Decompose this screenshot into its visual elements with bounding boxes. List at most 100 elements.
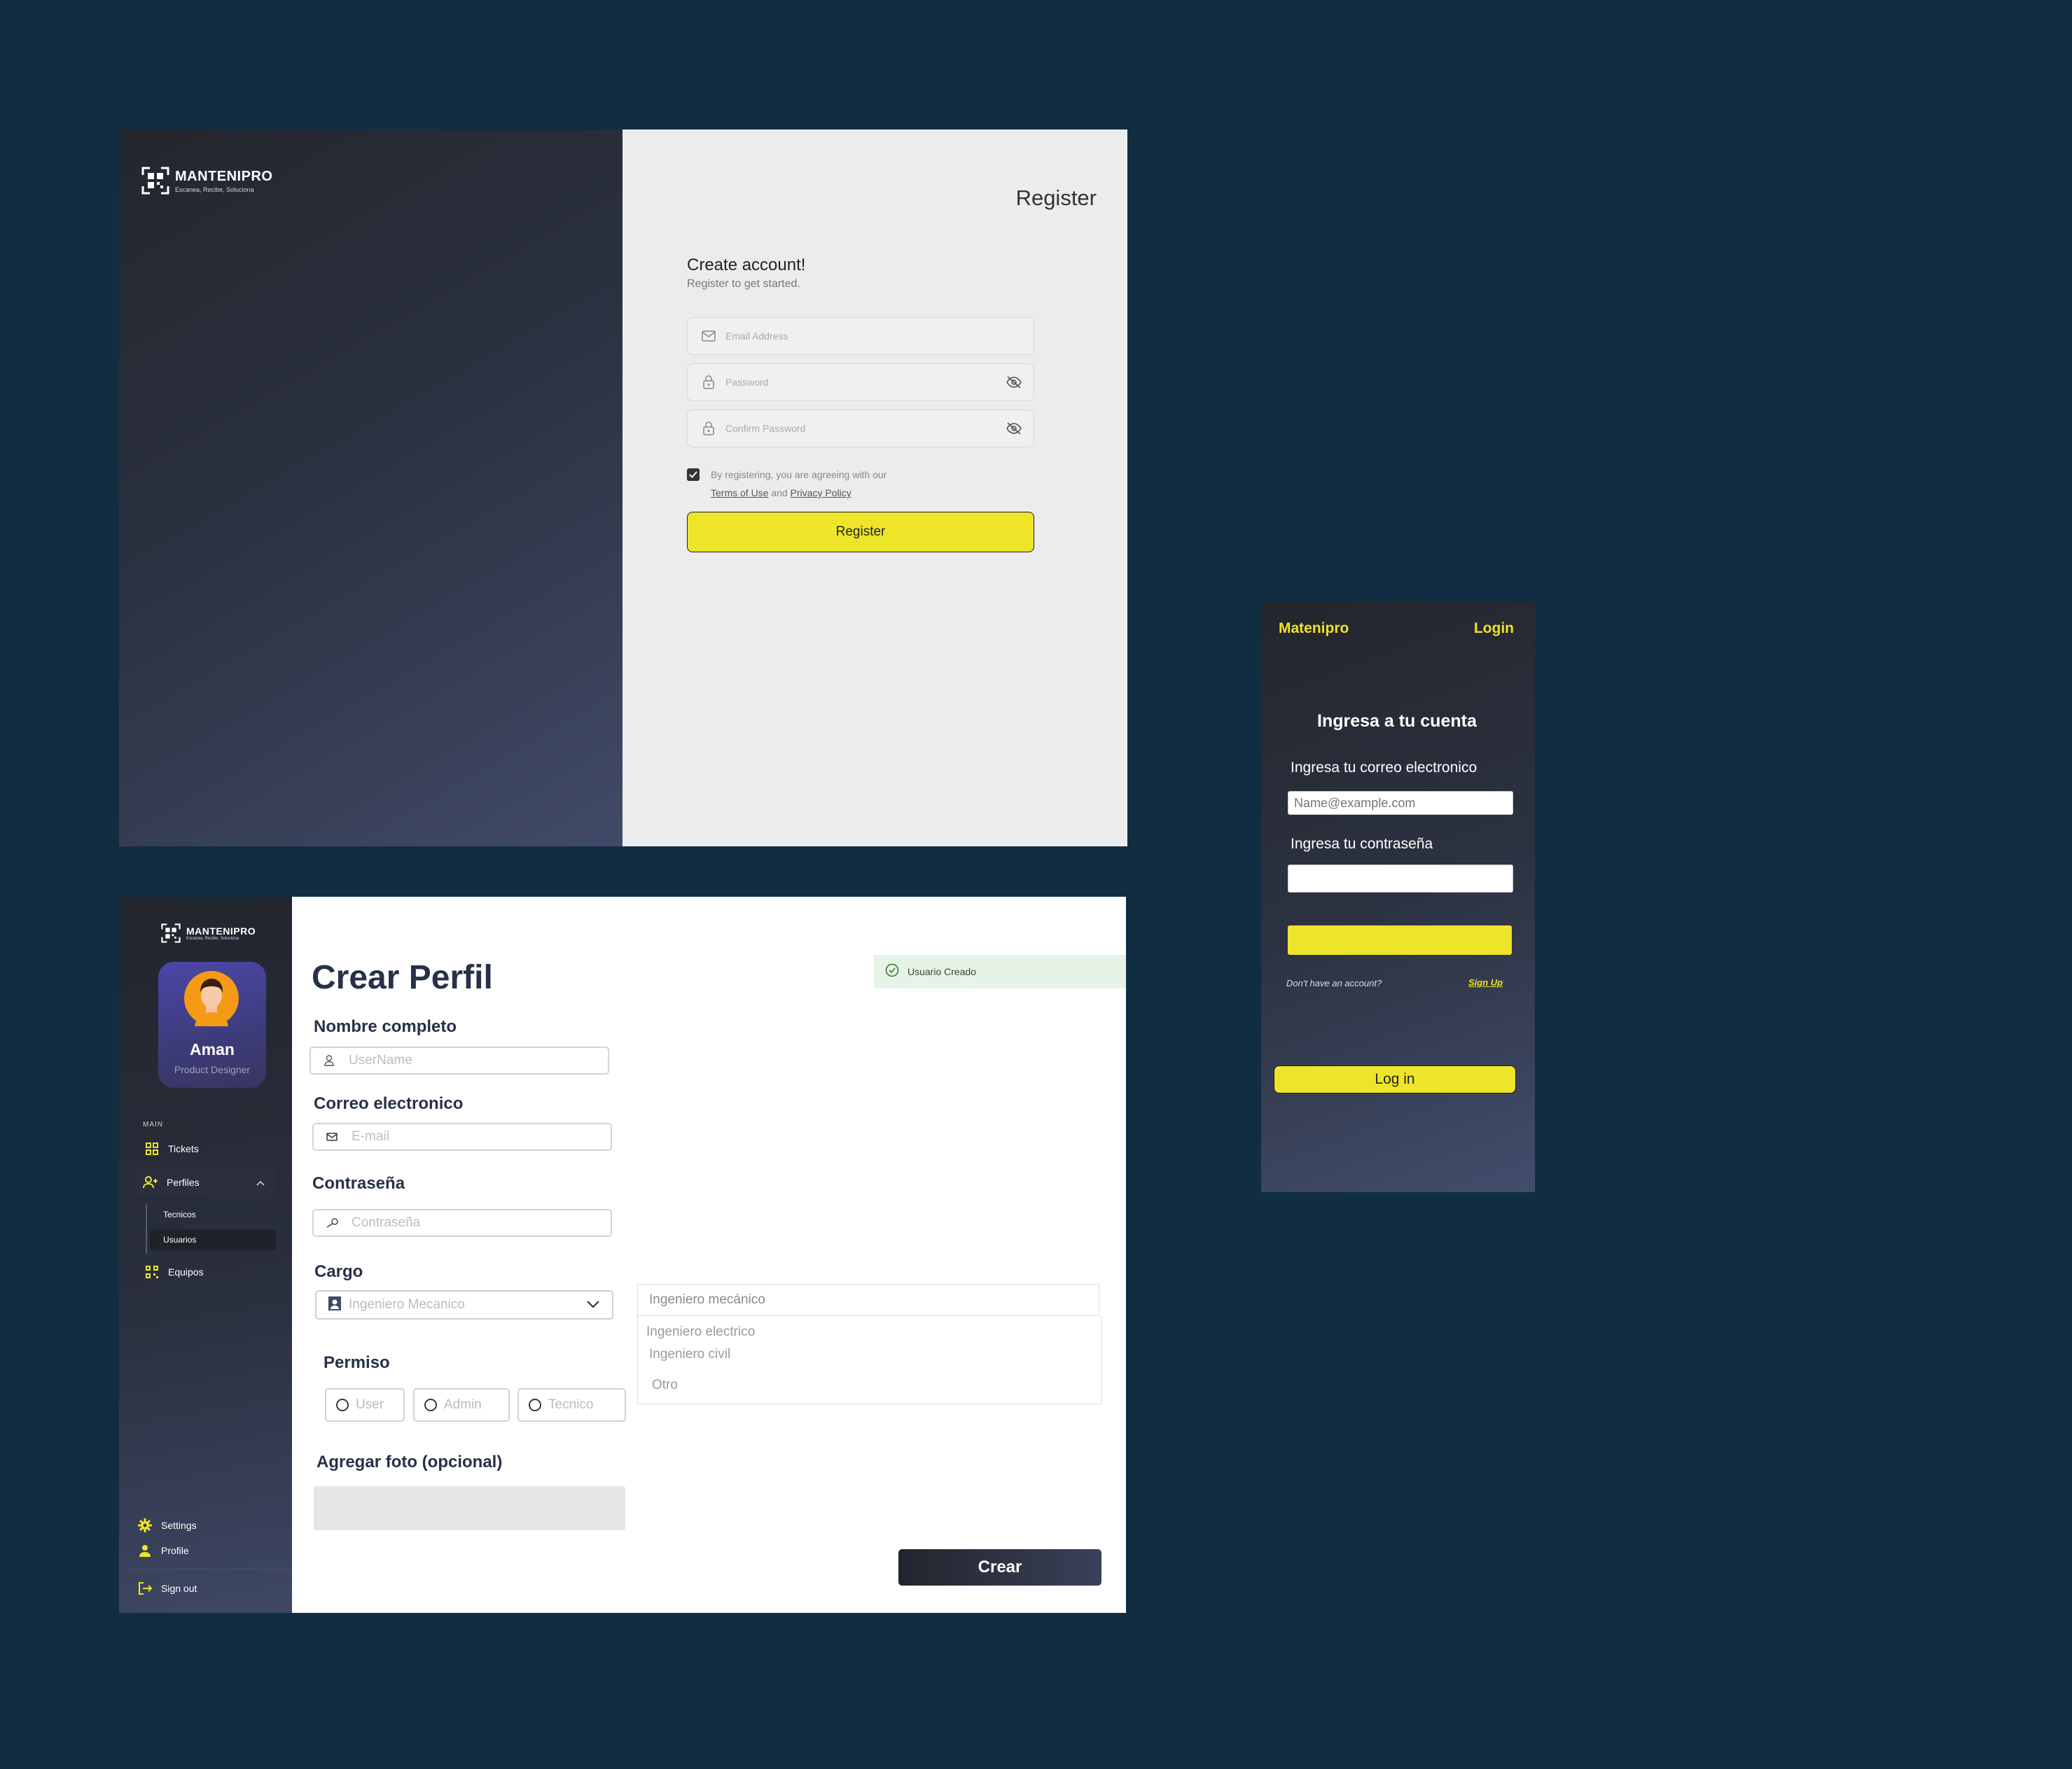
success-toast: Usuario Creado — [874, 955, 1126, 988]
user-icon — [322, 1055, 336, 1066]
grid-icon — [144, 1141, 160, 1156]
qr-logo-icon — [161, 923, 181, 943]
password-field[interactable] — [312, 1209, 612, 1237]
privacy-policy-link[interactable]: Privacy Policy — [791, 487, 851, 498]
dropdown-option[interactable]: Ingeniero civil — [649, 1347, 730, 1362]
cargo-select[interactable]: Ingeniero Mecanico — [315, 1290, 613, 1320]
chevron-up-icon[interactable] — [256, 1177, 265, 1188]
dropdown-options: Ingeniero electrico Ingeniero civil Otro — [637, 1316, 1102, 1404]
password-field[interactable] — [687, 363, 1034, 401]
username-input[interactable] — [347, 1052, 608, 1069]
mobile-password-input[interactable] — [1288, 865, 1513, 893]
sidebar-item-equipos[interactable]: Equipos — [144, 1264, 204, 1280]
user-icon — [137, 1543, 153, 1558]
id-badge-icon — [328, 1296, 342, 1315]
cargo-selected-value: Ingeniero Mecanico — [349, 1297, 465, 1312]
mobile-login-link[interactable]: Login — [1474, 620, 1514, 637]
eye-off-icon[interactable] — [1006, 375, 1022, 389]
terms-agreement: By registering, you are agreeing with ou… — [687, 466, 1034, 502]
sidebar-item-label: Tickets — [168, 1143, 199, 1154]
create-button[interactable]: Crear — [898, 1549, 1101, 1586]
mail-icon — [702, 329, 716, 343]
lock-icon — [702, 421, 716, 435]
key-icon — [325, 1218, 339, 1228]
chevron-down-icon — [587, 1299, 599, 1311]
sidebar-item-settings[interactable]: Settings — [137, 1518, 197, 1533]
sidebar-item-tickets[interactable]: Tickets — [144, 1141, 199, 1156]
cargo-dropdown: Ingeniero mecánico Ingeniero electrico I… — [637, 1284, 1102, 1417]
register-fields — [687, 317, 1034, 447]
lock-icon — [702, 375, 716, 389]
submenu-line — [146, 1203, 147, 1254]
sidebar-subitem-tecnicos[interactable]: Tecnicos — [163, 1210, 196, 1219]
sidebar-item-signout[interactable]: Sign out — [137, 1581, 197, 1596]
mobile-submit-button[interactable] — [1288, 925, 1512, 955]
sign-out-icon — [137, 1581, 153, 1596]
mobile-email-input[interactable] — [1288, 791, 1513, 815]
canvas: { "register": { "logo_text": "MANTENIPRO… — [0, 0, 2072, 1769]
mobile-brand[interactable]: Matenipro — [1279, 620, 1349, 637]
sidebar-item-label: Profile — [161, 1545, 189, 1556]
nombre-label: Nombre completo — [314, 1017, 457, 1036]
check-circle-icon — [885, 963, 899, 981]
add-user-icon — [143, 1175, 158, 1190]
confirm-password-input[interactable] — [724, 422, 1006, 435]
sidebar-item-profile[interactable]: Profile — [137, 1543, 189, 1558]
radio-label: User — [356, 1397, 384, 1412]
sidebar-item-label: Sign out — [161, 1583, 197, 1594]
email-label: Ingresa tu correo electronico — [1291, 760, 1477, 776]
username-field[interactable] — [310, 1047, 609, 1075]
sidebar-item-perfiles[interactable]: Perfiles — [143, 1175, 200, 1190]
email-input[interactable] — [350, 1128, 611, 1145]
mobile-title: Ingresa a tu cuenta — [1317, 711, 1477, 731]
permiso-tecnico-radio[interactable]: Tecnico — [517, 1388, 626, 1422]
nav-section-label: MAIN — [143, 1121, 163, 1128]
logo-text: MANTENIPRO — [175, 168, 273, 184]
password-label: Ingresa tu contraseña — [1291, 836, 1433, 852]
signup-link[interactable]: Sign Up — [1468, 977, 1503, 988]
confirm-password-field[interactable] — [687, 410, 1034, 447]
logo-text-group: MANTENIPRO Escanea, Recibe, Soluciona — [186, 925, 256, 941]
email-field[interactable] — [312, 1123, 612, 1151]
user-card[interactable]: Aman Product Designer — [158, 962, 266, 1088]
dropdown-current[interactable]: Ingeniero mecánico — [637, 1284, 1099, 1316]
terms-and: and — [771, 487, 788, 498]
sidebar-item-label: Settings — [161, 1520, 197, 1531]
register-button[interactable]: Register — [687, 512, 1034, 552]
register-form: Create account! Register to get started. — [687, 256, 1034, 552]
register-screen: MANTENIPRO Escanea, Recibe, Soluciona Re… — [119, 130, 1127, 846]
logo-tagline: Escanea, Recibe, Soluciona — [186, 937, 239, 941]
no-account-text: Don't have an account? — [1286, 978, 1382, 988]
login-button[interactable]: Log in — [1274, 1065, 1516, 1093]
email-field[interactable] — [687, 317, 1034, 355]
eye-off-icon[interactable] — [1006, 421, 1022, 435]
form-subtitle: Register to get started. — [687, 278, 800, 290]
user-role: Product Designer — [174, 1064, 251, 1075]
sidebar: MANTENIPRO Escanea, Recibe, Soluciona Am… — [119, 897, 292, 1613]
dropdown-option[interactable]: Ingeniero electrico — [646, 1324, 755, 1340]
logo-text-group: MANTENIPRO Escanea, Recibe, Soluciona — [175, 169, 272, 193]
terms-checkbox[interactable] — [687, 468, 700, 481]
check-icon — [689, 471, 697, 478]
dropdown-option[interactable]: Otro — [652, 1378, 678, 1393]
sidebar-logo: MANTENIPRO Escanea, Recibe, Soluciona — [161, 923, 256, 943]
register-form-panel: Register Create account! Register to get… — [623, 130, 1127, 846]
gear-icon — [137, 1518, 153, 1533]
permiso-admin-radio[interactable]: Admin — [413, 1388, 510, 1422]
password-input[interactable] — [350, 1215, 611, 1231]
user-name: Aman — [190, 1040, 235, 1058]
photo-upload-area[interactable] — [314, 1486, 625, 1530]
logo-text: MANTENIPRO — [186, 925, 256, 937]
mail-icon — [325, 1133, 339, 1141]
radio-circle — [529, 1399, 541, 1411]
sidebar-item-label: Equipos — [168, 1266, 204, 1278]
radio-label: Tecnico — [548, 1397, 594, 1412]
email-input[interactable] — [724, 330, 1034, 342]
password-input[interactable] — [724, 376, 1006, 389]
sidebar-item-label: Perfiles — [167, 1177, 200, 1188]
brand-logo: MANTENIPRO Escanea, Recibe, Soluciona — [141, 167, 272, 195]
permiso-user-radio[interactable]: User — [325, 1388, 405, 1422]
terms-of-use-link[interactable]: Terms of Use — [711, 487, 768, 498]
radio-circle — [424, 1399, 437, 1411]
sidebar-subitem-usuarios[interactable]: Usuarios — [163, 1235, 196, 1245]
